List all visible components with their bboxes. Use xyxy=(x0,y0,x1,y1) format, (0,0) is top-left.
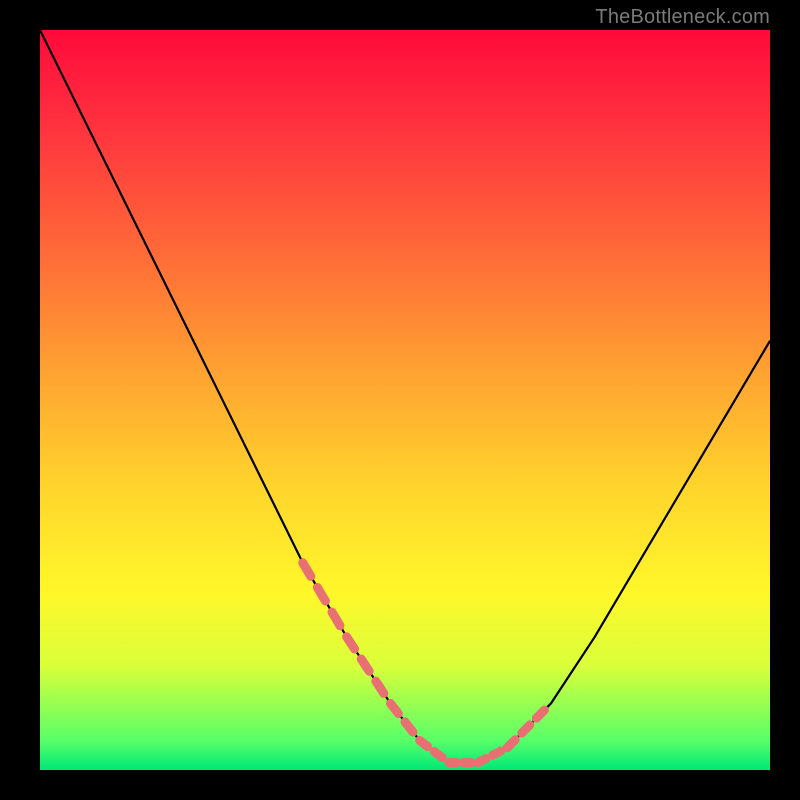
highlight-dash xyxy=(376,681,384,693)
highlight-dash xyxy=(390,703,398,713)
highlight-dash xyxy=(507,740,515,748)
highlight-dash xyxy=(434,752,442,758)
main-curve xyxy=(40,30,770,763)
highlight-dash xyxy=(332,612,340,626)
attribution-text: TheBottleneck.com xyxy=(595,6,770,29)
highlight-dash xyxy=(536,710,544,718)
curve-svg xyxy=(40,30,770,770)
highlight-dash xyxy=(303,563,311,577)
highlight-dash xyxy=(493,751,501,755)
highlight-dash xyxy=(361,659,369,671)
highlight-dash xyxy=(420,740,428,746)
highlight-dash xyxy=(405,722,413,732)
bottom-dashes xyxy=(405,722,471,763)
highlight-dash xyxy=(347,637,355,649)
highlight-dash xyxy=(317,588,325,602)
plot-area xyxy=(40,30,770,770)
left-dashes xyxy=(303,563,399,714)
right-dashes xyxy=(478,710,544,763)
highlight-dash xyxy=(478,759,486,763)
chart-frame: TheBottleneck.com xyxy=(0,0,800,800)
highlight-dash xyxy=(522,725,530,733)
